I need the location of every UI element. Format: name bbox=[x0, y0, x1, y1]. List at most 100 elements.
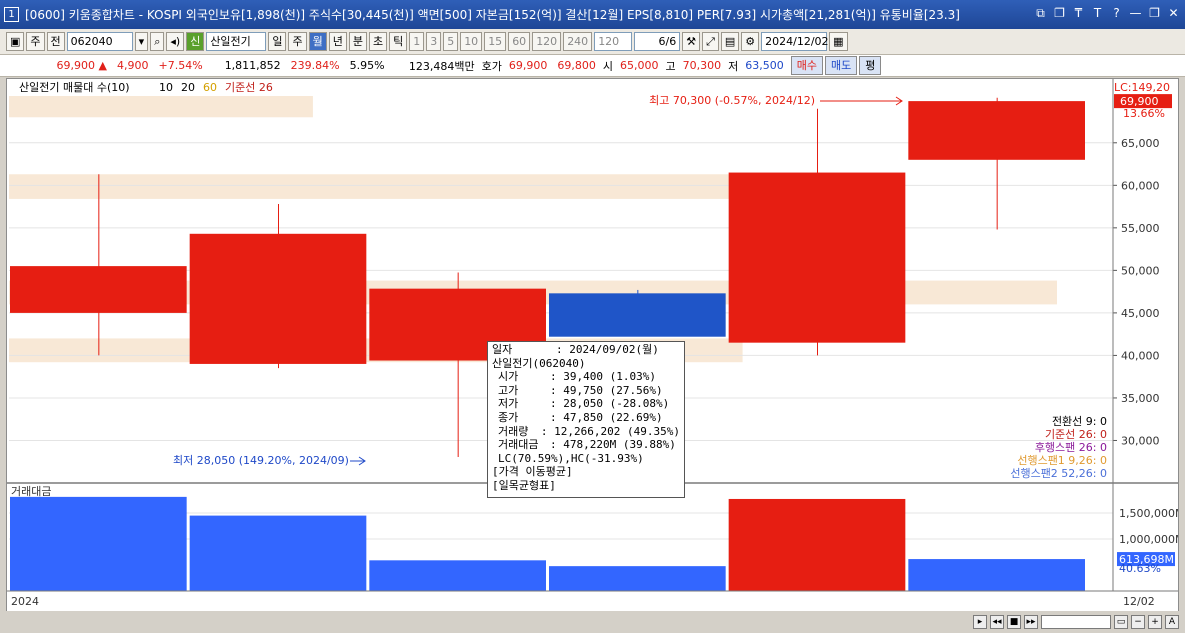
price-tick-label: 40,000 bbox=[1121, 349, 1160, 362]
scroll-slider[interactable] bbox=[1041, 615, 1111, 629]
maximize-icon[interactable]: ❐ bbox=[1147, 6, 1162, 21]
price-tick-label: 45,000 bbox=[1121, 307, 1160, 320]
speaker-icon[interactable]: ◂) bbox=[166, 32, 185, 51]
help-icon[interactable]: ? bbox=[1109, 6, 1124, 21]
ma-legend-label: 20 bbox=[181, 81, 195, 94]
search-icon[interactable]: ⌕ bbox=[150, 32, 165, 51]
tooltip-row: 거래대금: 478,220M (39.88%) bbox=[492, 438, 680, 452]
high-label: 고 bbox=[665, 59, 676, 73]
period-minute[interactable]: 분 bbox=[348, 32, 367, 51]
scroll-right-icon[interactable]: ▸ bbox=[973, 615, 987, 629]
dropdown-arrow-icon[interactable]: ▾ bbox=[134, 32, 149, 51]
ma-legend-label: 60 bbox=[203, 81, 217, 94]
interval-1[interactable]: 1 bbox=[409, 32, 425, 51]
minimize-icon[interactable]: — bbox=[1128, 6, 1143, 21]
tooltip-lc: LC(70.59%),HC(-31.93%) bbox=[498, 451, 644, 465]
last-pct-label: 13.66% bbox=[1123, 107, 1165, 120]
tooltip-value: : 39,400 (1.03%) bbox=[550, 370, 656, 384]
layout-icon[interactable]: ▣ bbox=[6, 32, 25, 51]
interval-240[interactable]: 240 bbox=[563, 32, 593, 51]
stock-name[interactable]: 산일전기 bbox=[206, 32, 267, 51]
change-percent: +7.54% bbox=[158, 59, 203, 72]
interval-60[interactable]: 60 bbox=[508, 32, 531, 51]
interval-input[interactable]: 120 bbox=[594, 32, 633, 51]
bid-price: 69,800 bbox=[557, 59, 596, 72]
indicator-icon[interactable]: ⤢ bbox=[702, 32, 719, 51]
candle-body bbox=[549, 293, 726, 337]
zoom-out-icon[interactable]: − bbox=[1131, 615, 1145, 629]
scroll-first-icon[interactable]: ◂◂ bbox=[990, 615, 1004, 629]
period-month[interactable]: 월 bbox=[308, 32, 327, 51]
close-icon[interactable]: ✕ bbox=[1166, 6, 1181, 21]
scroll-bar[interactable]: ▸ ◂◂ ■ ▸▸ ▭ − + A bbox=[0, 611, 1185, 633]
ichimoku-legend-label: 기준선 26: 0 bbox=[1045, 428, 1107, 441]
candle-body bbox=[10, 266, 187, 313]
chart-area[interactable]: 1,500,000M 1,000,000M 613,698M 65,000 60,00… bbox=[6, 78, 1179, 612]
amount-last-pct: 40.63% bbox=[1119, 562, 1161, 575]
tooltip-value: : 49,750 (27.56%) bbox=[550, 383, 663, 397]
interval-10[interactable]: 10 bbox=[460, 32, 483, 51]
scroll-last-icon[interactable]: ▸▸ bbox=[1024, 615, 1038, 629]
trade-amount: 123,484백만 bbox=[408, 59, 475, 73]
amount-bar bbox=[908, 559, 1085, 591]
pin-icon[interactable]: ₸ bbox=[1071, 6, 1086, 21]
candle-body bbox=[189, 233, 367, 364]
tooltip-row: 시가: 39,400 (1.03%) bbox=[492, 370, 680, 384]
text-icon[interactable]: A bbox=[1165, 615, 1179, 629]
eval-button[interactable]: 평 bbox=[859, 56, 882, 75]
window-number[interactable]: 1 bbox=[4, 7, 19, 22]
interval-5[interactable]: 5 bbox=[443, 32, 459, 51]
font-icon[interactable]: T bbox=[1090, 6, 1105, 21]
period-second[interactable]: 초 bbox=[368, 32, 388, 51]
low-annotation: 최저 28,050 (149.20%, 2024/09) bbox=[173, 454, 349, 467]
copy-icon[interactable]: ❐ bbox=[1052, 6, 1067, 21]
tooltip-value: : 478,220M (39.88%) bbox=[550, 438, 676, 452]
save-icon[interactable]: ▤ bbox=[720, 32, 740, 51]
date-input[interactable]: 2024/12/02 bbox=[761, 32, 829, 51]
tools-icon[interactable]: ⚒ bbox=[682, 32, 701, 51]
low-arrow-icon bbox=[350, 456, 366, 466]
low-label: 저 bbox=[728, 59, 739, 73]
sell-button[interactable]: 매도 bbox=[824, 56, 858, 75]
amount-bar bbox=[728, 498, 906, 591]
title-bar: 1 [0600] 키움종합차트 - KOSPI 외국인보유[1,898(천)] … bbox=[0, 0, 1185, 29]
tooltip-row: 저가: 28,050 (-28.08%) bbox=[492, 397, 680, 411]
lc-label: LC:149,20 bbox=[1114, 81, 1170, 94]
period-week[interactable]: 주 bbox=[288, 32, 307, 51]
low-price: 63,500 bbox=[745, 59, 784, 72]
tooltip-value: : 47,850 (22.69%) bbox=[550, 410, 663, 424]
tooltip-row: 고가: 49,750 (27.56%) bbox=[492, 384, 680, 398]
buy-button[interactable]: 매수 bbox=[790, 56, 823, 75]
volume-ratio: 239.84% bbox=[290, 59, 340, 72]
calendar-icon[interactable]: ▦ bbox=[829, 32, 848, 51]
zoom-fit-icon[interactable]: ▭ bbox=[1114, 615, 1128, 629]
stop-icon[interactable]: ■ bbox=[1007, 615, 1021, 629]
toolbar: ▣ 주 전 062040 ▾ ⌕ ◂) 신 산일전기 일 주 월 년 분 초 틱… bbox=[0, 29, 1185, 55]
tooltip-key: 저가 bbox=[498, 397, 519, 411]
period-tick[interactable]: 틱 bbox=[389, 32, 408, 51]
period-year[interactable]: 년 bbox=[328, 32, 347, 51]
ichimoku-legend-label: 전환선 9: 0 bbox=[1052, 415, 1107, 428]
count-input[interactable]: 6/6 bbox=[634, 32, 681, 51]
zoom-in-icon[interactable]: + bbox=[1148, 615, 1162, 629]
interval-15[interactable]: 15 bbox=[484, 32, 507, 51]
chart-title: 산일전기 매물대 수(10) bbox=[19, 80, 130, 94]
period-day[interactable]: 일 bbox=[268, 32, 287, 51]
settings-icon[interactable]: ⚙ bbox=[741, 32, 760, 51]
volume-profile-bar bbox=[9, 96, 313, 118]
interval-120[interactable]: 120 bbox=[532, 32, 562, 51]
link-icon[interactable]: ⧉ bbox=[1033, 6, 1048, 21]
amount-bar bbox=[10, 496, 187, 591]
tooltip-row: 거래량: 12,266,202 (49.35%) bbox=[492, 425, 680, 439]
type2-select[interactable]: 전 bbox=[46, 32, 65, 51]
quote-bar: 69,900 ▲ 4,900 +7.54% 1,811,852 239.84% … bbox=[0, 55, 1185, 77]
ichimoku-legend-label: 후행스팬 26: 0 bbox=[1035, 441, 1107, 454]
ichimoku-legend-label: 선행스팬2 52,26: 0 bbox=[1010, 467, 1107, 480]
stock-code-input[interactable]: 062040 bbox=[66, 32, 133, 51]
window-controls: ⧉ ❐ ₸ T ? — ❐ ✕ bbox=[1033, 6, 1181, 21]
type1-select[interactable]: 주 bbox=[26, 32, 45, 51]
change-amount: 4,900 bbox=[117, 59, 149, 72]
interval-3[interactable]: 3 bbox=[426, 32, 442, 51]
tooltip-row: 종가: 47,850 (22.69%) bbox=[492, 411, 680, 425]
tooltip-date: : 2024/09/02(월) bbox=[556, 343, 659, 356]
